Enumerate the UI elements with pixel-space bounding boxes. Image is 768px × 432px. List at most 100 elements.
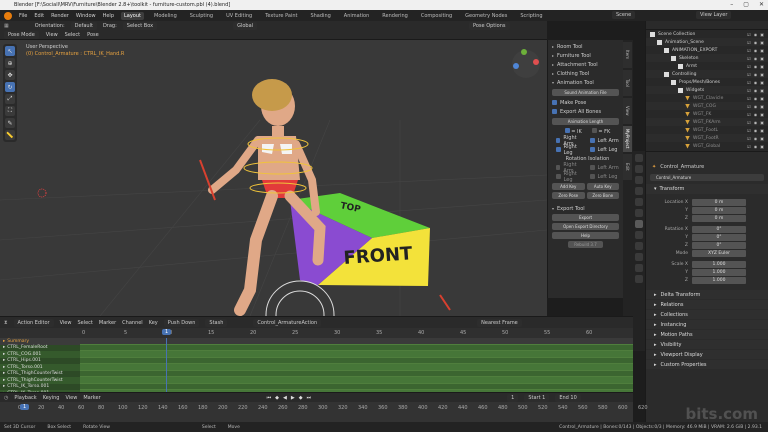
panel-furniture-tool[interactable]: ▸ Furniture Tool (548, 51, 623, 60)
outliner-row[interactable]: WGT_FootR ☑ ◉ ▣ (646, 134, 768, 142)
ik-left-leg-toggle[interactable]: Left Leg (586, 145, 620, 154)
tab-item[interactable]: Item (623, 42, 632, 68)
outliner-row[interactable]: WGT_FK ☑ ◉ ▣ (646, 110, 768, 118)
expand-arrow-icon[interactable]: ▸ (3, 384, 5, 389)
camera-icon[interactable]: ▣ (760, 128, 764, 133)
visibility-toggles[interactable]: ☑ ◉ ▣ (747, 64, 764, 69)
object-props-icon[interactable] (635, 220, 643, 228)
panel-export-tool[interactable]: ▾ Export Tool (548, 204, 623, 213)
tl-menu-view[interactable]: View (65, 395, 77, 401)
outliner-row[interactable]: WGT_COG ☑ ◉ ▣ (646, 102, 768, 110)
jump-end-icon[interactable]: ⏭ (307, 395, 312, 401)
checkbox-icon[interactable]: ☑ (747, 128, 751, 133)
measure-tool-icon[interactable]: 📏 (5, 130, 15, 140)
export-all-bones-checkbox[interactable]: Export All Bones (548, 107, 623, 116)
scale-y-field[interactable]: Y 1.000 (646, 268, 768, 276)
location-z-field[interactable]: Z0 m (646, 214, 768, 222)
location-y-field[interactable]: Y0 m (646, 206, 768, 214)
world-props-icon[interactable] (635, 209, 643, 217)
camera-icon[interactable]: ▣ (760, 72, 764, 77)
eye-icon[interactable]: ◉ (754, 40, 758, 45)
ik-right-leg-toggle[interactable]: Right Leg (552, 144, 586, 156)
expand-arrow-icon[interactable]: ▸ (3, 339, 5, 344)
checkbox-icon[interactable]: ☑ (747, 80, 751, 85)
eye-icon[interactable]: ◉ (754, 48, 758, 53)
checkbox-icon[interactable]: ☑ (747, 112, 751, 117)
sound-animation-field[interactable]: Sound Animation File (552, 89, 619, 96)
editor-type-icon[interactable]: ▦ (4, 23, 9, 29)
checkbox-icon[interactable]: ☑ (747, 72, 751, 77)
view-layer-selector[interactable]: View Layer (696, 11, 732, 19)
play-reverse-icon[interactable]: ◀ (283, 395, 287, 401)
tab-edit[interactable]: Edit (623, 154, 632, 180)
eye-icon[interactable]: ◉ (754, 128, 758, 133)
visibility-toggles[interactable]: ☑ ◉ ▣ (747, 72, 764, 77)
tool-props-icon[interactable] (635, 154, 643, 162)
visibility-toggles[interactable]: ☑ ◉ ▣ (747, 112, 764, 117)
eye-icon[interactable]: ◉ (754, 72, 758, 77)
checkbox-icon[interactable]: ☑ (747, 144, 751, 149)
tab-view[interactable]: View (623, 98, 632, 124)
rot-left-leg-toggle[interactable]: Left Leg (586, 172, 620, 181)
properties-section[interactable]: ▸ Custom Properties (646, 360, 768, 369)
checkbox-icon[interactable]: ☑ (747, 48, 751, 53)
modifier-props-icon[interactable] (635, 231, 643, 239)
menu-pose[interactable]: Pose (87, 32, 99, 38)
outliner-row[interactable]: Skeleton ☑ ◉ ▣ (646, 54, 768, 62)
play-icon[interactable]: ▶ (291, 395, 295, 401)
tab-uv-editing[interactable]: UV Editing (223, 12, 255, 20)
visibility-toggles[interactable]: ☑ ◉ ▣ (747, 32, 764, 37)
tl-menu-keying[interactable]: Keying (43, 395, 60, 401)
blender-logo-icon[interactable] (4, 11, 12, 20)
action-editor-ruler[interactable]: 0510152025303540455055601 (0, 328, 633, 338)
current-frame-indicator[interactable]: 1 (162, 329, 172, 335)
navigation-gizmo[interactable] (512, 49, 540, 78)
menu-select[interactable]: Select (65, 32, 80, 38)
minimize-icon[interactable]: – (730, 1, 733, 8)
properties-section[interactable]: ▸ Delta Transform (646, 290, 768, 299)
camera-icon[interactable]: ▣ (760, 48, 764, 53)
eye-icon[interactable]: ◉ (754, 96, 758, 101)
rebuild-button[interactable]: Rebuild 3.7 (568, 241, 603, 248)
expand-arrow-icon[interactable]: ▸ (3, 365, 5, 370)
maximize-icon[interactable]: ▢ (743, 1, 749, 8)
checkbox-icon[interactable]: ☑ (747, 104, 751, 109)
zero-pose-button[interactable]: Zero Pose (552, 192, 585, 199)
output-props-icon[interactable] (635, 176, 643, 184)
expand-arrow-icon[interactable]: ▸ (3, 358, 5, 363)
properties-section[interactable]: ▸ Motion Paths (646, 330, 768, 339)
keyframe-tracks[interactable] (80, 338, 633, 392)
rotation-y-field[interactable]: Y 0° (646, 233, 768, 241)
data-props-icon[interactable] (635, 264, 643, 272)
prev-key-icon[interactable]: ◆ (275, 395, 279, 401)
jump-start-icon[interactable]: ⏮ (267, 395, 272, 401)
properties-section[interactable]: ▸ Relations (646, 300, 768, 309)
camera-icon[interactable]: ▣ (760, 64, 764, 69)
timeline-playhead[interactable]: 1 (20, 404, 30, 410)
tab-geometry-nodes[interactable]: Geometry Nodes (462, 12, 510, 20)
scene-props-icon[interactable] (635, 198, 643, 206)
camera-icon[interactable]: ▣ (760, 144, 764, 149)
expand-arrow-icon[interactable]: ▸ (3, 345, 5, 350)
checkbox-icon[interactable]: ☑ (747, 136, 751, 141)
tab-shading[interactable]: Shading (307, 12, 333, 20)
visibility-toggles[interactable]: ☑ ◉ ▣ (747, 128, 764, 133)
help-button[interactable]: Help (552, 232, 619, 239)
transform-orientation-dropdown[interactable]: Global (233, 22, 258, 30)
expand-arrow-icon[interactable]: ▸ (3, 378, 5, 383)
visibility-toggles[interactable]: ☑ ◉ ▣ (747, 88, 764, 93)
outliner-row[interactable]: WGT_Global ☑ ◉ ▣ (646, 142, 768, 150)
tab-myproject[interactable]: MyProject (623, 126, 632, 152)
checkbox-icon[interactable]: ☑ (747, 40, 751, 45)
tl-menu-marker[interactable]: Marker (83, 395, 100, 401)
select-tool-icon[interactable]: ↖ (5, 46, 15, 56)
camera-icon[interactable]: ▣ (760, 56, 764, 61)
visibility-toggles[interactable]: ☑ ◉ ▣ (747, 136, 764, 141)
visibility-toggles[interactable]: ☑ ◉ ▣ (747, 56, 764, 61)
checkbox-icon[interactable]: ☑ (747, 64, 751, 69)
pose-options-dropdown[interactable]: Pose Options (469, 22, 510, 30)
ae-menu-marker[interactable]: Marker (99, 320, 116, 326)
render-props-icon[interactable] (635, 165, 643, 173)
current-frame-field[interactable]: 1 (507, 393, 519, 402)
orientation-dropdown[interactable]: Default (70, 22, 97, 30)
